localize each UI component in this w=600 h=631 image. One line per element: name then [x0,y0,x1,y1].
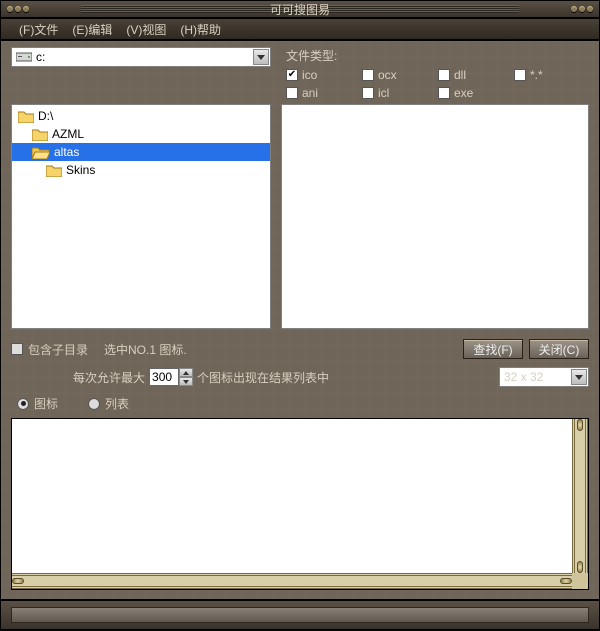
filetype-label: 文件类型: [286,47,589,64]
chevron-down-icon [183,380,189,384]
check-include-subdirs[interactable]: 包含子目录 [11,341,88,358]
max-count-spinner[interactable] [149,368,193,386]
radio-icon-view[interactable]: 图标 [17,395,58,412]
drive-icon [16,51,32,63]
horizontal-scrollbar[interactable] [12,573,572,589]
folder-icon [46,164,62,177]
find-button[interactable]: 查找(F) [463,339,523,359]
drive-selected: c: [36,50,45,64]
chevron-up-icon [183,371,189,375]
menu-help[interactable]: (H)帮助 [180,21,221,38]
results-panel[interactable] [11,418,589,590]
iconsize-select[interactable]: 32 x 32 [499,367,589,387]
check-dll[interactable]: dll [438,68,508,82]
vertical-scrollbar[interactable] [572,419,588,573]
chevron-down-icon [257,55,265,60]
scrollbar-corner [572,573,588,589]
folder-tree[interactable]: D:\ AZML altas Skins [11,104,271,329]
chevron-down-icon [575,375,583,380]
folder-icon [32,128,48,141]
spinner-up[interactable] [179,368,193,377]
filetype-checks: ✔ico ocx dll *.* ani icl exe [286,68,589,100]
menubar: (F)文件 (E)编辑 (V)视图 (H)帮助 [0,18,600,40]
tree-item-skins[interactable]: Skins [12,161,270,179]
titlebar-bars [81,5,300,13]
drive-select[interactable]: c: [11,47,271,67]
menu-view[interactable]: (V)视图 [126,21,166,38]
client-area: c: 文件类型: ✔ico ocx dll *.* ani icl exe D:… [0,40,600,600]
check-ocx[interactable]: ocx [362,68,432,82]
check-all[interactable]: *.* [514,68,584,82]
dropdown-button[interactable] [253,49,269,65]
check-icl[interactable]: icl [362,86,432,100]
titlebar-left-decor [1,1,81,17]
folder-open-icon [32,146,50,159]
titlebar[interactable]: 可可搜图易 [0,0,600,18]
menu-edit[interactable]: (E)编辑 [72,21,112,38]
tree-item-d[interactable]: D:\ [12,107,270,125]
select-no1-label: 选中NO.1 图标. [104,341,187,358]
max-suffix-label: 个图标出现在结果列表中 [197,369,329,386]
check-ico[interactable]: ✔ico [286,68,356,82]
folder-icon [18,110,34,123]
titlebar-bars [300,5,519,13]
window-title: 可可搜图易 [270,1,330,18]
window-controls[interactable] [519,1,599,17]
check-ani[interactable]: ani [286,86,356,100]
radio-list-view[interactable]: 列表 [88,395,129,412]
check-exe[interactable]: exe [438,86,508,100]
tree-item-azml[interactable]: AZML [12,125,270,143]
dropdown-button[interactable] [571,369,587,385]
preview-pane [281,104,589,329]
spinner-down[interactable] [179,377,193,386]
max-count-input[interactable] [149,368,179,386]
tree-item-altas[interactable]: altas [12,143,270,161]
close-button[interactable]: 关闭(C) [529,339,589,359]
menu-file[interactable]: (F)文件 [19,21,58,38]
statusbar [0,600,600,630]
max-prefix-label: 每次允许最大 [73,369,145,386]
